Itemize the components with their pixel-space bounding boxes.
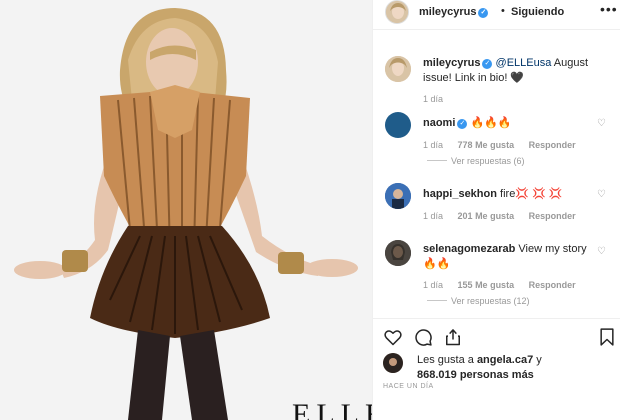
header-avatar[interactable] xyxy=(385,0,409,24)
avatar-image xyxy=(386,1,408,23)
header-separator: • xyxy=(501,5,505,17)
avatar-image xyxy=(385,56,411,82)
comment-avatar[interactable] xyxy=(385,240,411,266)
comment-text: happi_sekhon fire💢 💢 💢 xyxy=(423,187,603,202)
header-username[interactable]: mileycyrus ✓ xyxy=(419,6,489,18)
save-bookmark-icon[interactable] xyxy=(597,327,617,347)
caption-username[interactable]: mileycyrus xyxy=(423,57,480,69)
like-heart-icon[interactable] xyxy=(383,327,403,347)
view-replies-label[interactable]: Ver respuestas (12) xyxy=(451,296,530,306)
like-comment-heart-icon[interactable]: ♡ xyxy=(597,189,606,200)
view-replies-button[interactable]: Ver respuestas (12) xyxy=(427,296,530,306)
comment-avatar[interactable] xyxy=(385,183,411,209)
comment-likes[interactable]: 778 Me gusta xyxy=(458,140,515,150)
caption-time[interactable]: 1 día xyxy=(423,94,443,104)
post-photo[interactable]: ELLE xyxy=(0,0,372,420)
comment-text: naomi ✓ 🔥🔥🔥 xyxy=(423,116,603,131)
header-username-text[interactable]: mileycyrus xyxy=(419,6,476,18)
like-comment-heart-icon[interactable]: ♡ xyxy=(597,118,606,129)
comment-time[interactable]: 1 día xyxy=(423,211,443,221)
comment-time[interactable]: 1 día xyxy=(423,280,443,290)
comment-body: fire💢 💢 💢 xyxy=(496,188,563,200)
share-icon[interactable] xyxy=(443,327,463,347)
avatar-image xyxy=(385,240,411,266)
replies-divider-line xyxy=(427,300,447,301)
comment-time[interactable]: 1 día xyxy=(423,140,443,150)
verified-badge-icon: ✓ xyxy=(457,119,468,129)
avatar-image xyxy=(383,353,403,373)
magazine-cover-image xyxy=(0,0,372,420)
more-options-icon[interactable]: ••• xyxy=(600,1,618,17)
like-comment-heart-icon[interactable]: ♡ xyxy=(597,246,606,257)
comment-meta: 1 día 155 Me gusta Responder xyxy=(423,280,588,290)
caption-meta: 1 día xyxy=(423,94,455,104)
replies-divider-line xyxy=(427,160,447,161)
view-replies-label[interactable]: Ver respuestas (6) xyxy=(451,156,525,166)
reply-button[interactable]: Responder xyxy=(529,280,576,290)
comment-body: 🔥🔥🔥 xyxy=(467,117,512,129)
comment-meta: 1 día 201 Me gusta Responder xyxy=(423,211,588,221)
caption-avatar[interactable] xyxy=(385,56,411,82)
verified-badge-icon: ✓ xyxy=(478,8,489,18)
comment-avatar[interactable] xyxy=(385,112,411,138)
avatar-image xyxy=(385,183,411,209)
likes-prefix: Les gusta a xyxy=(417,354,477,366)
post-time-ago[interactable]: HACE UN DÍA xyxy=(383,383,434,390)
liker-avatar[interactable] xyxy=(383,353,403,373)
liker-username[interactable]: angela.ca7 xyxy=(477,354,533,366)
verified-badge-icon: ✓ xyxy=(482,59,493,69)
comment-likes[interactable]: 155 Me gusta xyxy=(458,280,515,290)
caption-text: mileycyrus ✓ @ELLEusa August issue! Link … xyxy=(423,56,603,86)
instagram-post-window: ELLE mileycyrus✓ • Siguiendo ••• xyxy=(0,0,620,420)
reply-button[interactable]: Responder xyxy=(529,211,576,221)
following-button[interactable]: Siguiendo xyxy=(511,6,564,18)
likes-count[interactable]: 868.019 personas más xyxy=(417,369,534,381)
elle-logo: ELLE xyxy=(292,398,372,420)
likes-text: Les gusta a angela.ca7 y 868.019 persona… xyxy=(417,353,617,383)
comment-likes[interactable]: 201 Me gusta xyxy=(458,211,515,221)
view-replies-button[interactable]: Ver respuestas (6) xyxy=(427,156,525,166)
comment-username[interactable]: naomi xyxy=(423,117,455,129)
comment-username[interactable]: happi_sekhon xyxy=(423,188,497,200)
post-actions-section: Les gusta a angela.ca7 y 868.019 persona… xyxy=(373,318,620,414)
post-side-panel: mileycyrus ✓ • Siguiendo ••• mileycyrus ✓ xyxy=(372,0,620,420)
post-header: mileycyrus ✓ • Siguiendo ••• xyxy=(373,0,620,30)
likes-suffix: y xyxy=(533,354,542,366)
caption-mention-link[interactable]: @ELLEusa xyxy=(496,57,552,69)
comment-meta: 1 día 778 Me gusta Responder xyxy=(423,140,588,150)
comment-text: selenagomezarab View my story 🔥🔥 xyxy=(423,242,603,272)
comment-username[interactable]: selenagomezarab xyxy=(423,243,515,255)
comment-bubble-icon[interactable] xyxy=(413,327,433,347)
reply-button[interactable]: Responder xyxy=(529,140,576,150)
